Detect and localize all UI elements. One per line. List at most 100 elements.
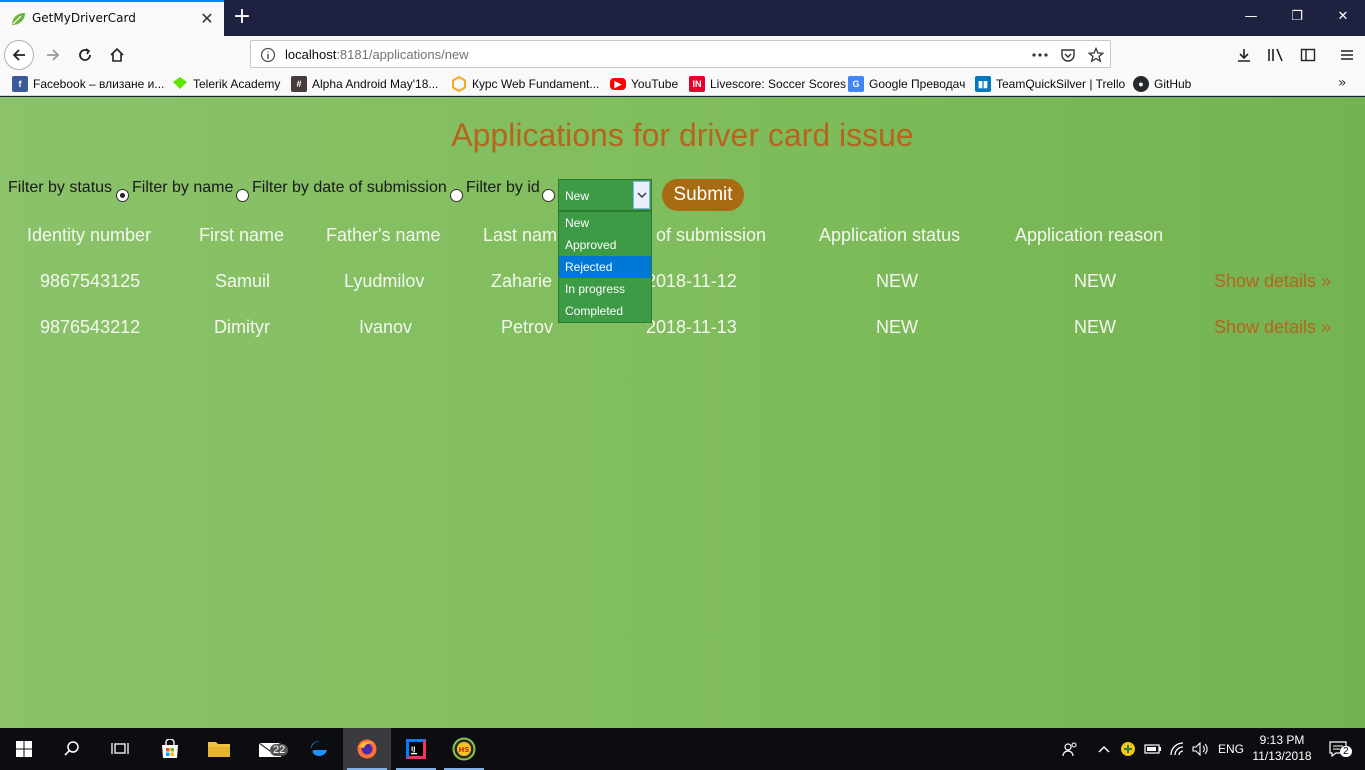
header-fathers-name: Father's name [326, 225, 441, 245]
clock-time: 9:13 PM [1259, 733, 1305, 747]
status-option-in-progress[interactable]: In progress [559, 278, 651, 300]
bookmark-star-icon[interactable] [1087, 46, 1105, 64]
new-tab-button[interactable]: + [230, 4, 254, 30]
bookmark-label: Alpha Android May'18... [312, 77, 439, 91]
show-details-link[interactable]: Show details » [1214, 317, 1331, 338]
browser-titlebar: GetMyDriverCard ✕ + — ❐ ✕ [0, 0, 1365, 36]
start-button[interactable] [0, 728, 48, 770]
filter-by-name-radio[interactable] [236, 189, 249, 202]
google-translate-icon: G [848, 76, 864, 92]
close-tab-icon[interactable]: ✕ [198, 10, 216, 28]
back-button[interactable] [4, 40, 34, 70]
store-app[interactable] [146, 728, 194, 770]
firefox-icon [357, 739, 377, 759]
folder-icon [208, 742, 230, 757]
filter-by-status-radio[interactable] [116, 189, 129, 202]
cell-first-name: Samuil [215, 271, 271, 291]
task-view-icon [111, 743, 129, 754]
header-last-name: Last nam [483, 225, 558, 245]
url-text: localhost:8181/applications/new [285, 47, 469, 62]
cell-identity-number: 9867543125 [40, 271, 141, 291]
hamburger-menu-icon [1341, 50, 1353, 60]
downloads-button[interactable] [1229, 40, 1259, 70]
chevron-right-double-icon[interactable]: » [1338, 75, 1347, 91]
windows-taskbar: 22 IJ HS ENG 9:13 PM 11/13/2018 2 [0, 728, 1365, 770]
home-button[interactable] [102, 40, 132, 70]
bookmark-label: YouTube [631, 77, 679, 91]
chevron-down-icon[interactable] [633, 181, 650, 209]
browser-tab[interactable]: GetMyDriverCard ✕ [0, 0, 224, 36]
bookmark-livescore[interactable]: IN Livescore: Soccer Scores [689, 75, 846, 93]
action-center-button[interactable]: 2 [1320, 728, 1356, 770]
notification-count: 2 [1340, 746, 1352, 757]
tab-title: GetMyDriverCard [32, 11, 136, 25]
cell-reason: NEW [1074, 271, 1116, 291]
status-option-new[interactable]: New [559, 212, 651, 234]
minimize-button[interactable]: — [1228, 0, 1274, 34]
status-option-rejected[interactable]: Rejected [559, 256, 651, 278]
bookmark-label: Facebook – влизане и... [33, 77, 165, 91]
sidebar-button[interactable] [1293, 40, 1323, 70]
mail-app[interactable]: 22 [246, 728, 294, 770]
header-date-of-submission: of submission [656, 225, 767, 245]
livescore-icon: IN [689, 76, 705, 92]
facebook-icon: f [12, 76, 28, 92]
cell-identity-number: 9876543212 [40, 317, 141, 337]
clock[interactable]: 9:13 PM 11/13/2018 [1248, 732, 1316, 764]
edge-app[interactable] [295, 728, 343, 770]
status-select-value: New [565, 189, 590, 203]
volume-icon[interactable] [1190, 728, 1212, 770]
info-icon[interactable] [260, 47, 276, 63]
intellij-icon: IJ [406, 739, 426, 759]
cell-reason: NEW [1074, 317, 1116, 337]
menu-button[interactable] [1332, 40, 1362, 70]
address-bar[interactable]: localhost:8181/applications/new [250, 40, 1111, 68]
telerik-icon [172, 76, 188, 92]
task-view-button[interactable] [96, 728, 144, 770]
bookmark-alpha-android[interactable]: # Alpha Android May'18... [291, 75, 438, 93]
people-icon[interactable] [1058, 728, 1082, 770]
chevron-up-icon[interactable] [1094, 728, 1114, 770]
library-button[interactable] [1261, 40, 1291, 70]
cell-date: 2018-11-13 [646, 317, 737, 337]
firefox-app[interactable] [343, 728, 391, 770]
pocket-icon[interactable] [1059, 46, 1077, 64]
bookmark-google-translate[interactable]: G Google Преводач [848, 75, 965, 93]
hs-app[interactable]: HS [440, 728, 488, 770]
spring-leaf-icon [12, 13, 25, 25]
reload-icon [79, 48, 91, 61]
filter-by-id-radio[interactable] [542, 189, 555, 202]
cell-last-name: Zaharie [491, 271, 553, 291]
restore-button[interactable]: ❐ [1274, 0, 1320, 34]
forward-button[interactable] [38, 40, 68, 70]
bookmark-web-fundamentals[interactable]: Курс Web Fundament... [451, 75, 599, 93]
cell-fathers-name: Ivanov [359, 317, 413, 337]
status-option-completed[interactable]: Completed [559, 300, 651, 322]
tray-app-icon[interactable] [1118, 728, 1138, 770]
status-option-approved[interactable]: Approved [559, 234, 651, 256]
bookmark-youtube[interactable]: ▶ YouTube [610, 75, 678, 93]
show-details-link[interactable]: Show details » [1214, 271, 1331, 292]
status-select[interactable]: New [558, 179, 652, 211]
filter-by-date-radio[interactable] [450, 189, 463, 202]
language-indicator[interactable]: ENG [1214, 728, 1248, 770]
search-button[interactable] [48, 728, 96, 770]
status-dropdown-list: New Approved Rejected In progress Comple… [558, 211, 652, 323]
battery-icon[interactable] [1142, 728, 1164, 770]
arrow-left-icon [12, 49, 25, 61]
page-actions-icon[interactable] [1031, 46, 1049, 64]
header-first-name: First name [199, 225, 285, 245]
reload-button[interactable] [70, 40, 100, 70]
cell-status: NEW [876, 271, 918, 291]
file-explorer-app[interactable] [195, 728, 243, 770]
submit-button[interactable]: Submit [662, 179, 744, 211]
bookmark-trello[interactable]: ▮▮ TeamQuickSilver | Trello [975, 75, 1125, 93]
close-window-button[interactable]: ✕ [1320, 0, 1365, 34]
bookmark-telerik[interactable]: Telerik Academy [172, 75, 280, 93]
intellij-app[interactable]: IJ [392, 728, 440, 770]
header-application-status: Application status [819, 225, 961, 245]
wifi-icon[interactable] [1168, 728, 1190, 770]
bookmark-github[interactable]: ● GitHub [1133, 75, 1191, 93]
youtube-icon: ▶ [610, 78, 626, 90]
bookmark-facebook[interactable]: f Facebook – влизане и... [12, 75, 164, 93]
